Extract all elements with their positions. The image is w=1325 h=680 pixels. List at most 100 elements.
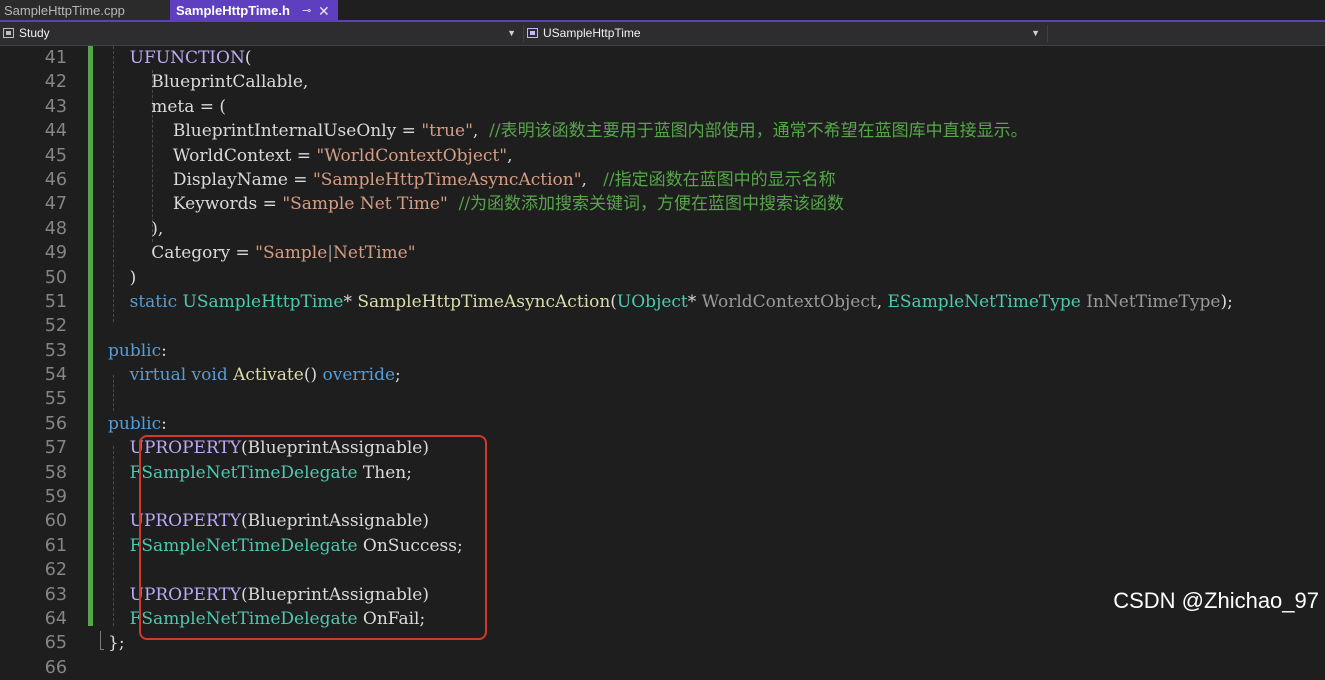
code-line[interactable]: 66 [0, 656, 1325, 680]
code-token: DisplayName = [108, 169, 313, 190]
class-dropdown-value: USampleHttpTime [543, 26, 641, 40]
line-number: 43 [44, 96, 67, 117]
close-icon[interactable]: ✕ [318, 0, 330, 22]
code-token: ( [610, 291, 617, 312]
project-dropdown[interactable]: Study ▼ [0, 24, 522, 43]
code-text: static USampleHttpTime* SampleHttpTimeAs… [108, 290, 1233, 314]
watermark: CSDN @Zhichao_97 [1113, 588, 1319, 613]
line-number: 42 [44, 72, 67, 93]
code-token: ; [395, 365, 401, 386]
code-text: DisplayName = "SampleHttpTimeAsyncAction… [108, 168, 836, 192]
code-text: WorldContext = "WorldContextObject", [108, 144, 513, 168]
code-token: static [108, 291, 183, 312]
code-line[interactable]: 52 [0, 314, 1325, 338]
code-line[interactable]: 55 [0, 387, 1325, 411]
code-line[interactable]: 43 meta = ( [0, 95, 1325, 119]
code-line[interactable]: 46 DisplayName = "SampleHttpTimeAsyncAct… [0, 168, 1325, 192]
code-line[interactable]: 44 BlueprintInternalUseOnly = "true", //… [0, 119, 1325, 143]
line-number: 53 [44, 340, 67, 361]
code-text: ) [108, 266, 137, 290]
code-line[interactable]: 54 virtual void Activate() override; [0, 363, 1325, 387]
code-token: Keywords = [108, 194, 283, 215]
code-token: UFUNCTION [108, 48, 245, 68]
code-token: ), [108, 218, 164, 239]
code-token: ESampleNetTimeType [887, 291, 1081, 312]
code-line[interactable]: 49 Category = "Sample|NetTime" [0, 241, 1325, 265]
line-number: 41 [44, 48, 67, 68]
line-number: 47 [44, 194, 67, 215]
code-token: public [108, 340, 162, 361]
code-token: Activate [233, 365, 304, 386]
code-token: //为函数添加搜索关键词，方便在蓝图中搜索该函数 [458, 194, 845, 215]
code-line[interactable]: 56 public: [0, 412, 1325, 436]
code-token: //表明该函数主要用于蓝图内部使用，通常不希望在蓝图库中直接显示。 [489, 121, 1028, 142]
chevron-down-icon: ▼ [507, 28, 516, 38]
code-token: override [322, 365, 396, 386]
code-text: public: [108, 339, 167, 363]
code-token: meta = ( [108, 96, 227, 117]
code-text: Category = "Sample|NetTime" [108, 241, 416, 265]
code-token: "Sample [255, 243, 328, 264]
code-text: ), [108, 217, 163, 241]
code-line[interactable]: 48 ), [0, 217, 1325, 241]
line-number: 62 [44, 560, 67, 581]
class-dropdown[interactable]: USampleHttpTime ▼ [524, 24, 1046, 43]
code-token: * [343, 291, 358, 312]
tab-label: SampleHttpTime.cpp [4, 3, 125, 18]
divider [1047, 25, 1048, 42]
code-text: UFUNCTION( [108, 46, 252, 70]
code-text: Keywords = "Sample Net Time" //为函数添加搜索关键… [108, 192, 844, 216]
code-token: ( [244, 48, 252, 68]
code-token: "SampleHttpTimeAsyncAction" [312, 169, 582, 190]
code-token: USampleHttpTime [182, 291, 344, 312]
code-token: NetTime" [333, 243, 416, 264]
code-line[interactable]: 42 BlueprintCallable, [0, 70, 1325, 94]
line-number: 57 [44, 438, 67, 459]
tab-samplehttptime-h[interactable]: SampleHttpTime.h ⊸ ✕ [170, 0, 338, 20]
navigation-bar: Study ▼ USampleHttpTime ▼ [0, 22, 1325, 46]
code-token: ); [1220, 291, 1233, 312]
line-number: 55 [44, 389, 67, 410]
code-line[interactable]: 53 public: [0, 339, 1325, 363]
line-number: 51 [44, 291, 67, 312]
code-token: "true" [421, 121, 473, 142]
document-tab-strip: SampleHttpTime.cpp SampleHttpTime.h ⊸ ✕ [0, 0, 1325, 22]
line-number: 52 [44, 316, 67, 337]
code-token: Category = [108, 243, 256, 264]
code-line[interactable]: 41 UFUNCTION( [0, 46, 1325, 70]
line-number: 49 [44, 243, 67, 264]
line-number: 59 [44, 487, 67, 508]
line-number: 56 [44, 413, 67, 434]
line-number: 60 [44, 511, 67, 532]
code-token: }; [108, 633, 125, 654]
code-text: virtual void Activate() override; [108, 363, 401, 387]
code-line[interactable]: 45 WorldContext = "WorldContextObject", [0, 144, 1325, 168]
project-icon [3, 28, 14, 38]
line-number: 46 [44, 169, 67, 190]
line-number: 58 [44, 462, 67, 483]
code-token: * [687, 291, 702, 312]
code-text: }; [108, 631, 125, 655]
code-token: ) [108, 267, 137, 288]
tab-samplehttptime-cpp[interactable]: SampleHttpTime.cpp [0, 0, 170, 20]
code-token: virtual void [108, 365, 234, 386]
line-number: 45 [44, 145, 67, 166]
code-token: WorldContext = [108, 145, 317, 166]
line-number: 50 [44, 267, 67, 288]
code-line[interactable]: 51 static USampleHttpTime* SampleHttpTim… [0, 290, 1325, 314]
code-token: , [507, 145, 513, 166]
code-line[interactable]: 50 ) [0, 266, 1325, 290]
line-number: 54 [44, 365, 67, 386]
line-number: 66 [44, 657, 67, 678]
code-line[interactable]: 47 Keywords = "Sample Net Time" //为函数添加搜… [0, 192, 1325, 216]
class-icon [527, 28, 538, 38]
pin-icon[interactable]: ⊸ [302, 0, 311, 22]
code-editor[interactable]: 41 UFUNCTION(42 BlueprintCallable, 43 met… [0, 46, 1325, 678]
project-dropdown-value: Study [19, 26, 50, 40]
annotation-highlight-box [139, 435, 487, 640]
code-token: : [161, 340, 167, 361]
code-token: WorldContextObject [701, 291, 877, 312]
code-token: public [108, 413, 162, 434]
code-token: BlueprintCallable, [108, 72, 309, 93]
